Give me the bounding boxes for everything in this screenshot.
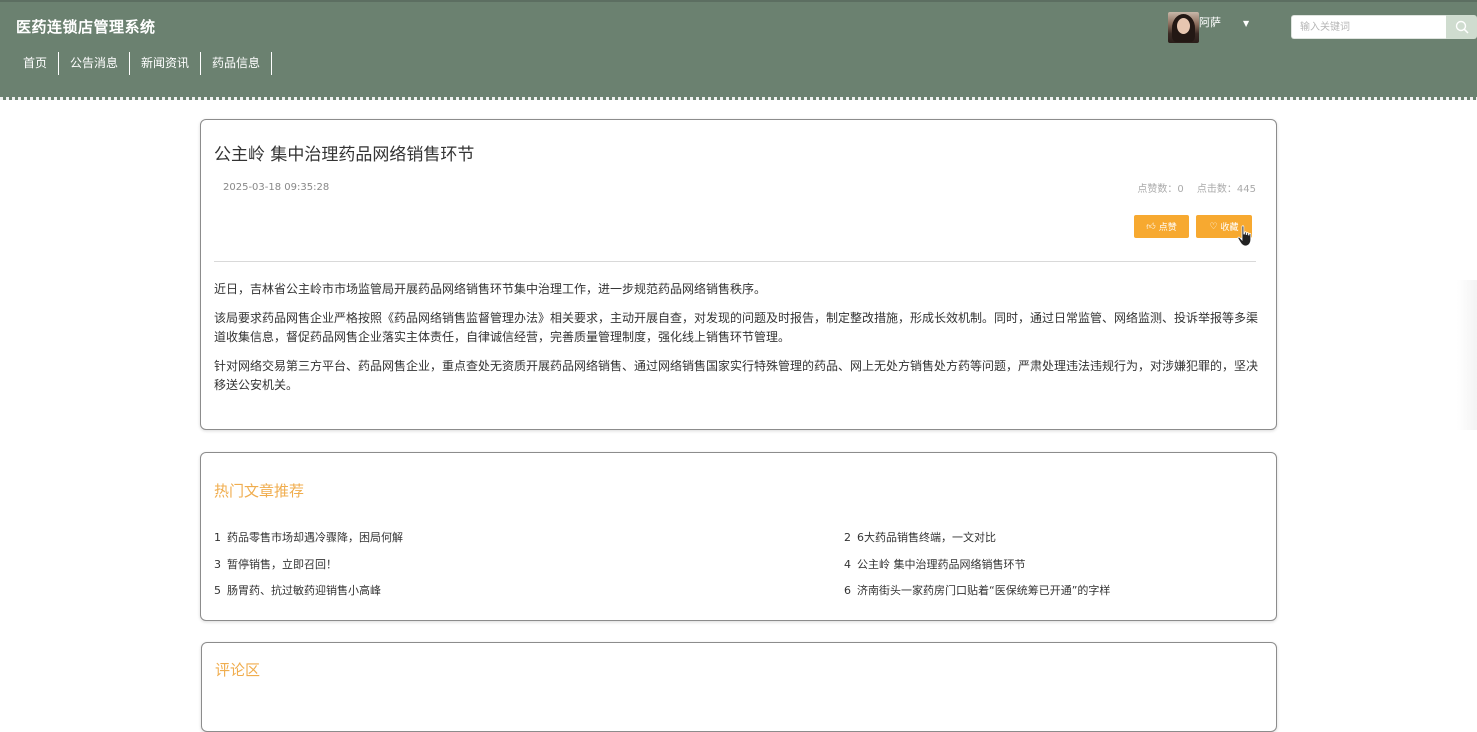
- nav-item-announcements[interactable]: 公告消息: [59, 52, 131, 75]
- favorite-button-label: 收藏: [1220, 223, 1239, 233]
- divider: [214, 261, 1256, 262]
- nav-item-home[interactable]: 首页: [12, 52, 60, 75]
- search-icon: [1455, 20, 1469, 34]
- like-button[interactable]: 👍︎ 点赞: [1134, 215, 1189, 238]
- search-button[interactable]: [1446, 15, 1477, 39]
- hot-article-item[interactable]: 2 6大药品销售终端，一文对比: [844, 529, 996, 545]
- thumbs-up-icon: 👍︎: [1146, 221, 1156, 232]
- article-paragraph: 该局要求药品网售企业严格按照《药品网络销售监督管理办法》相关要求，主动开展自查，…: [214, 311, 1259, 344]
- hot-articles-card: 热门文章推荐 1 药品零售市场却遇冷骤降，困局何解 2 6大药品销售终端，一文对比 …: [200, 452, 1277, 621]
- article-title: 公主岭 集中治理药品网络销售环节: [214, 145, 475, 165]
- search-input[interactable]: [1291, 15, 1446, 39]
- nav-item-news[interactable]: 新闻资讯: [130, 52, 202, 75]
- hot-article-item[interactable]: 3 暂停销售，立即召回！: [214, 556, 337, 572]
- hand-pointer-icon: [1237, 225, 1252, 247]
- hot-articles-title: 热门文章推荐: [214, 482, 305, 500]
- search-box: [1291, 15, 1477, 39]
- avatar[interactable]: [1168, 12, 1199, 43]
- article-body: 近日，吉林省公主岭市市场监管局开展药品网络销售环节集中治理工作，进一步规范药品网…: [214, 280, 1266, 405]
- hot-article-item[interactable]: 1 药品零售市场却遇冷骤降，困局何解: [214, 529, 403, 545]
- like-button-label: 点赞: [1158, 223, 1177, 233]
- hot-article-item[interactable]: 4 公主岭 集中治理药品网络销售环节: [844, 556, 1026, 572]
- hot-article-item[interactable]: 6 济南街头一家药房门口贴着“医保统筹已开通”的字样: [844, 582, 1110, 598]
- scroll-edge-shadow: [1457, 280, 1477, 430]
- likes-count: 点赞数：0: [1137, 184, 1184, 195]
- article-paragraph: 针对网络交易第三方平台、药品网售企业，重点查处无资质开展药品网络销售、通过网络销…: [214, 359, 1259, 392]
- app-title: 医药连锁店管理系统: [16, 18, 156, 36]
- article-paragraph: 近日，吉林省公主岭市市场监管局开展药品网络销售环节集中治理工作，进一步规范药品网…: [214, 282, 767, 296]
- comments-card: 评论区: [201, 642, 1277, 732]
- user-name[interactable]: 阿萨: [1199, 14, 1221, 30]
- main-nav: 首页 公告消息 新闻资讯 药品信息: [12, 52, 273, 75]
- nav-item-drug-info[interactable]: 药品信息: [201, 52, 273, 75]
- top-header: 医药连锁店管理系统 首页 公告消息 新闻资讯 药品信息 阿萨 ▼: [0, 0, 1477, 100]
- article-date: 2025-03-18 09:35:28: [223, 182, 330, 193]
- clicks-count: 点击数：445: [1196, 184, 1256, 195]
- article-card: 公主岭 集中治理药品网络销售环节 2025-03-18 09:35:28 点赞数…: [200, 119, 1277, 430]
- user-menu[interactable]: 阿萨 ▼: [1168, 12, 1249, 43]
- hot-article-item[interactable]: 5 肠胃药、抗过敏药迎销售小高峰: [214, 582, 381, 598]
- comments-title: 评论区: [215, 661, 261, 679]
- heart-icon: ♡: [1209, 221, 1218, 232]
- caret-down-icon[interactable]: ▼: [1243, 19, 1249, 28]
- article-stats: 点赞数：0 点击数：445: [1127, 180, 1256, 195]
